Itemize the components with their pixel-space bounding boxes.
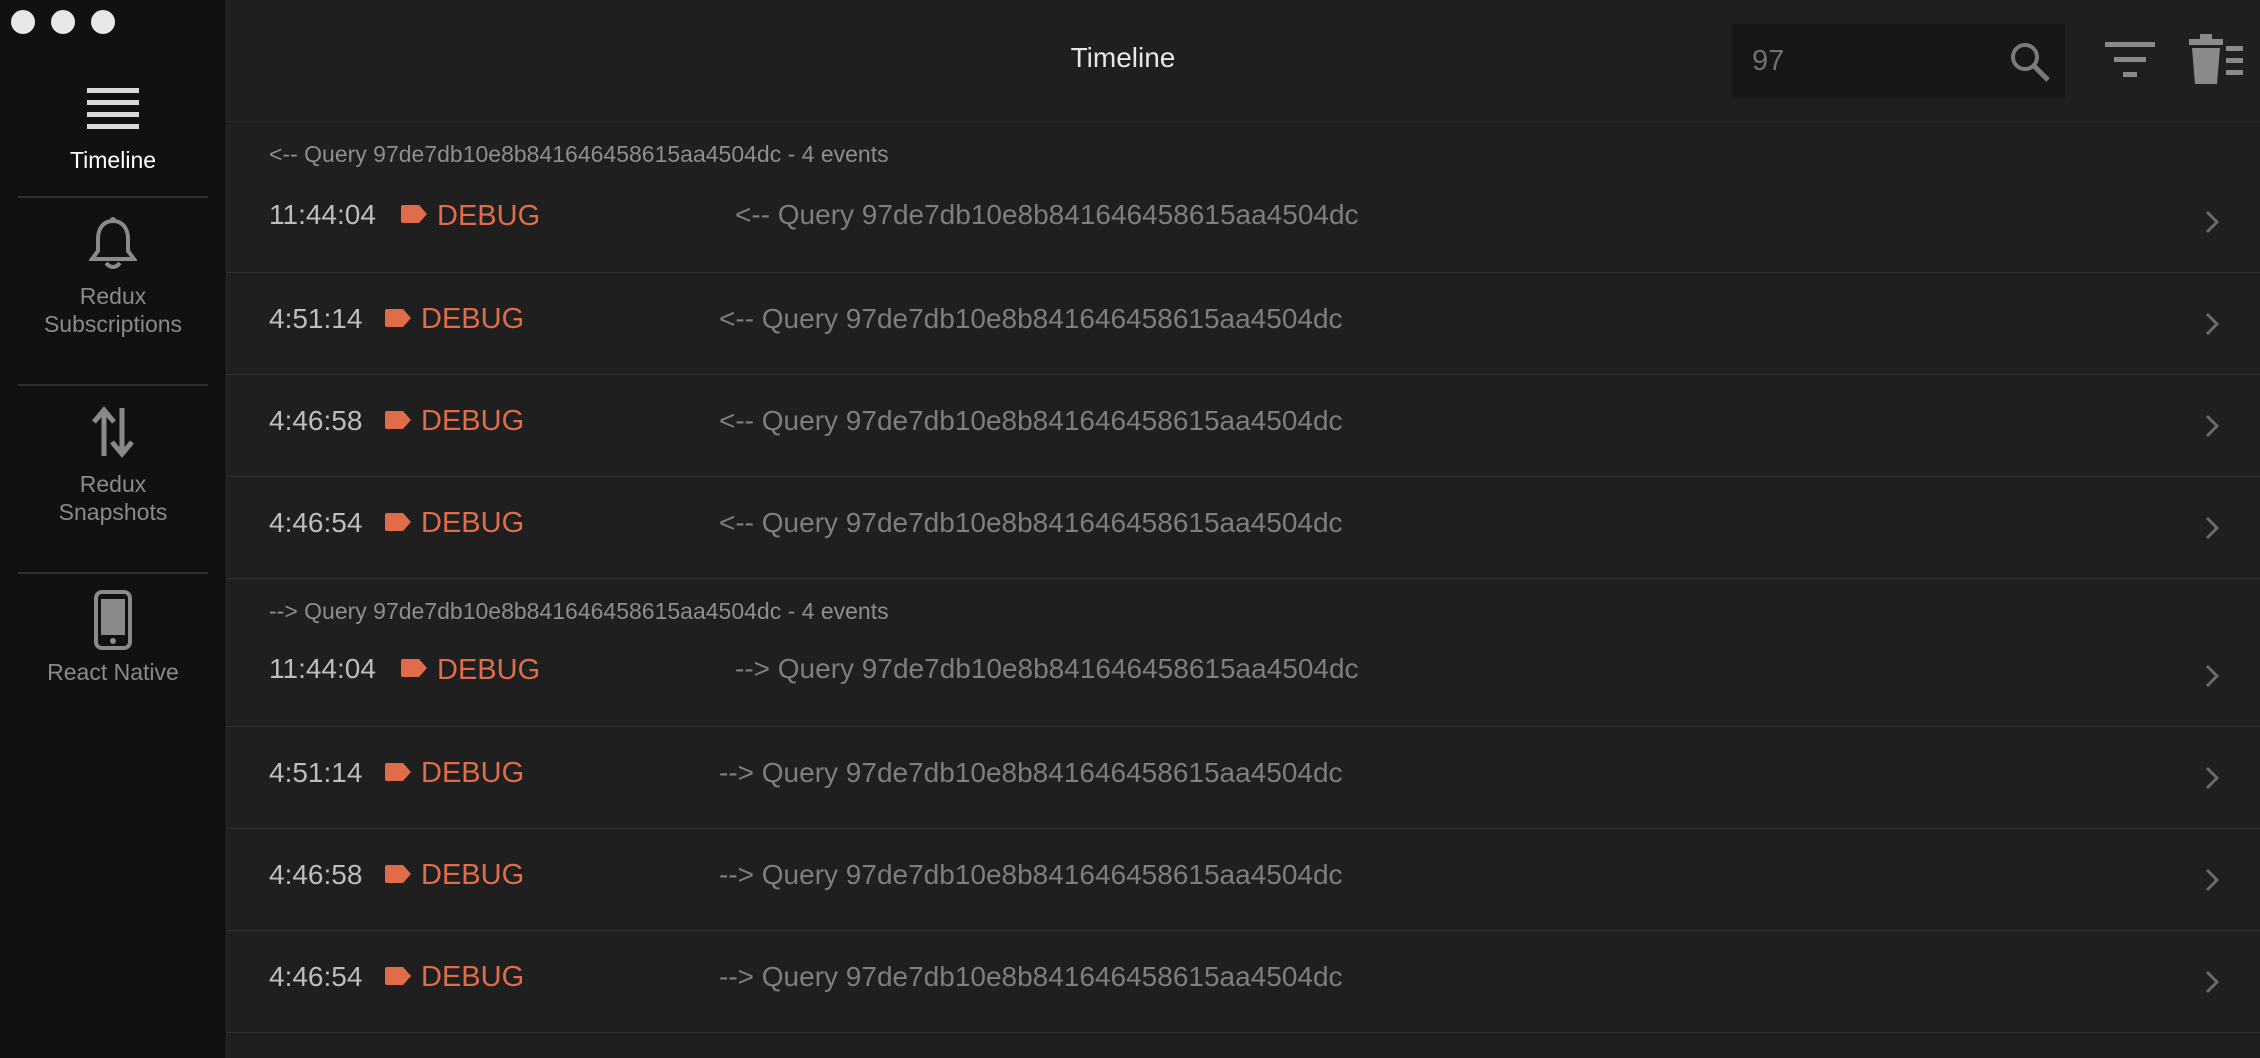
- minimize-window-button[interactable]: [51, 10, 75, 34]
- sidebar-item-redux-snapshots[interactable]: Redux Snapshots: [0, 386, 226, 572]
- event-time: 11:44:04: [269, 653, 376, 684]
- filter-icon[interactable]: [2105, 38, 2155, 82]
- table-row[interactable]: 11:44:04 DEBUG --> Query 97de7db10e8b841…: [227, 629, 2260, 727]
- event-time: 4:46:58: [269, 405, 363, 436]
- up-down-arrows-icon: [83, 402, 143, 462]
- log-level: DEBUG: [421, 961, 525, 993]
- table-row[interactable]: 4:46:54 DEBUG <-- Query 97de7db10e8b8416…: [227, 477, 2260, 579]
- event-time: 11:44:04: [269, 199, 376, 230]
- log-level: DEBUG: [421, 507, 525, 539]
- tag-icon: [401, 205, 427, 223]
- tag-icon: [385, 967, 411, 985]
- timeline-list: <-- Query 97de7db10e8b841646458615aa4504…: [227, 122, 2260, 1033]
- event-message: --> Query 97de7db10e8b841646458615aa4504…: [735, 653, 1359, 684]
- table-row[interactable]: 11:44:04 DEBUG <-- Query 97de7db10e8b841…: [227, 175, 2260, 273]
- log-level: DEBUG: [421, 405, 525, 437]
- chevron-right-icon: [2205, 868, 2220, 892]
- event-time: 4:46:54: [269, 961, 363, 992]
- event-message: --> Query 97de7db10e8b841646458615aa4504…: [719, 961, 1343, 992]
- sidebar-item-redux-subscriptions[interactable]: Redux Subscriptions: [0, 198, 226, 384]
- event-message: --> Query 97de7db10e8b841646458615aa4504…: [719, 757, 1343, 788]
- zoom-window-button[interactable]: [91, 10, 115, 34]
- chevron-right-icon: [2205, 766, 2220, 790]
- chevron-right-icon: [2205, 516, 2220, 540]
- chevron-right-icon: [2205, 970, 2220, 994]
- event-message: <-- Query 97de7db10e8b841646458615aa4504…: [719, 303, 1343, 334]
- list-icon: [83, 78, 143, 138]
- sidebar-item-label: Redux Subscriptions: [43, 283, 183, 337]
- trash-icon[interactable]: [2185, 34, 2243, 86]
- log-level: DEBUG: [421, 303, 525, 335]
- chevron-right-icon: [2205, 414, 2220, 438]
- sidebar-item-label: Timeline: [69, 147, 157, 173]
- app-window: Timeline Redux Subscriptions Redux Snaps…: [0, 0, 2260, 1058]
- table-row[interactable]: 4:46:58 DEBUG --> Query 97de7db10e8b8416…: [227, 829, 2260, 931]
- bell-icon: [83, 214, 143, 274]
- log-level: DEBUG: [437, 654, 541, 686]
- tag-icon: [385, 309, 411, 327]
- main-panel: Timeline 97 <-- Query 97de7db10e8b841646…: [227, 0, 2260, 1058]
- sidebar-nav: Timeline Redux Subscriptions Redux Snaps…: [0, 62, 226, 760]
- search-icon[interactable]: [2009, 41, 2051, 83]
- log-level: DEBUG: [421, 859, 525, 891]
- log-level: DEBUG: [437, 200, 541, 232]
- event-message: <-- Query 97de7db10e8b841646458615aa4504…: [719, 507, 1343, 538]
- sidebar-item-label: Redux Snapshots: [58, 471, 168, 525]
- window-controls: [11, 10, 115, 34]
- search-input[interactable]: [1752, 42, 1992, 80]
- log-level: DEBUG: [421, 757, 525, 789]
- sidebar-item-react-native[interactable]: React Native: [0, 574, 226, 760]
- event-message: <-- Query 97de7db10e8b841646458615aa4504…: [719, 405, 1343, 436]
- event-time: 4:51:14: [269, 303, 363, 334]
- tag-icon: [385, 411, 411, 429]
- tag-icon: [385, 763, 411, 781]
- group-header: --> Query 97de7db10e8b841646458615aa4504…: [269, 598, 889, 624]
- search-box[interactable]: [1732, 24, 2065, 98]
- header: Timeline: [227, 0, 2260, 122]
- tag-icon: [401, 659, 427, 677]
- phone-icon: [83, 590, 143, 650]
- event-message: <-- Query 97de7db10e8b841646458615aa4504…: [735, 199, 1359, 230]
- table-row[interactable]: 4:51:14 DEBUG --> Query 97de7db10e8b8416…: [227, 727, 2260, 829]
- chevron-right-icon: [2205, 664, 2220, 688]
- event-time: 4:46:54: [269, 507, 363, 538]
- close-window-button[interactable]: [11, 10, 35, 34]
- tag-icon: [385, 865, 411, 883]
- tag-icon: [385, 513, 411, 531]
- sidebar-item-timeline[interactable]: Timeline: [0, 62, 226, 196]
- chevron-right-icon: [2205, 312, 2220, 336]
- chevron-right-icon: [2205, 210, 2220, 234]
- event-time: 4:51:14: [269, 757, 363, 788]
- sidebar-item-label: React Native: [47, 659, 179, 685]
- table-row[interactable]: 4:46:58 DEBUG <-- Query 97de7db10e8b8416…: [227, 375, 2260, 477]
- sidebar: Timeline Redux Subscriptions Redux Snaps…: [0, 0, 227, 1058]
- table-row[interactable]: 4:46:54 DEBUG --> Query 97de7db10e8b8416…: [227, 931, 2260, 1033]
- group-header: <-- Query 97de7db10e8b841646458615aa4504…: [269, 141, 889, 167]
- table-row[interactable]: 4:51:14 DEBUG <-- Query 97de7db10e8b8416…: [227, 273, 2260, 375]
- event-message: --> Query 97de7db10e8b841646458615aa4504…: [719, 859, 1343, 890]
- event-time: 4:46:58: [269, 859, 363, 890]
